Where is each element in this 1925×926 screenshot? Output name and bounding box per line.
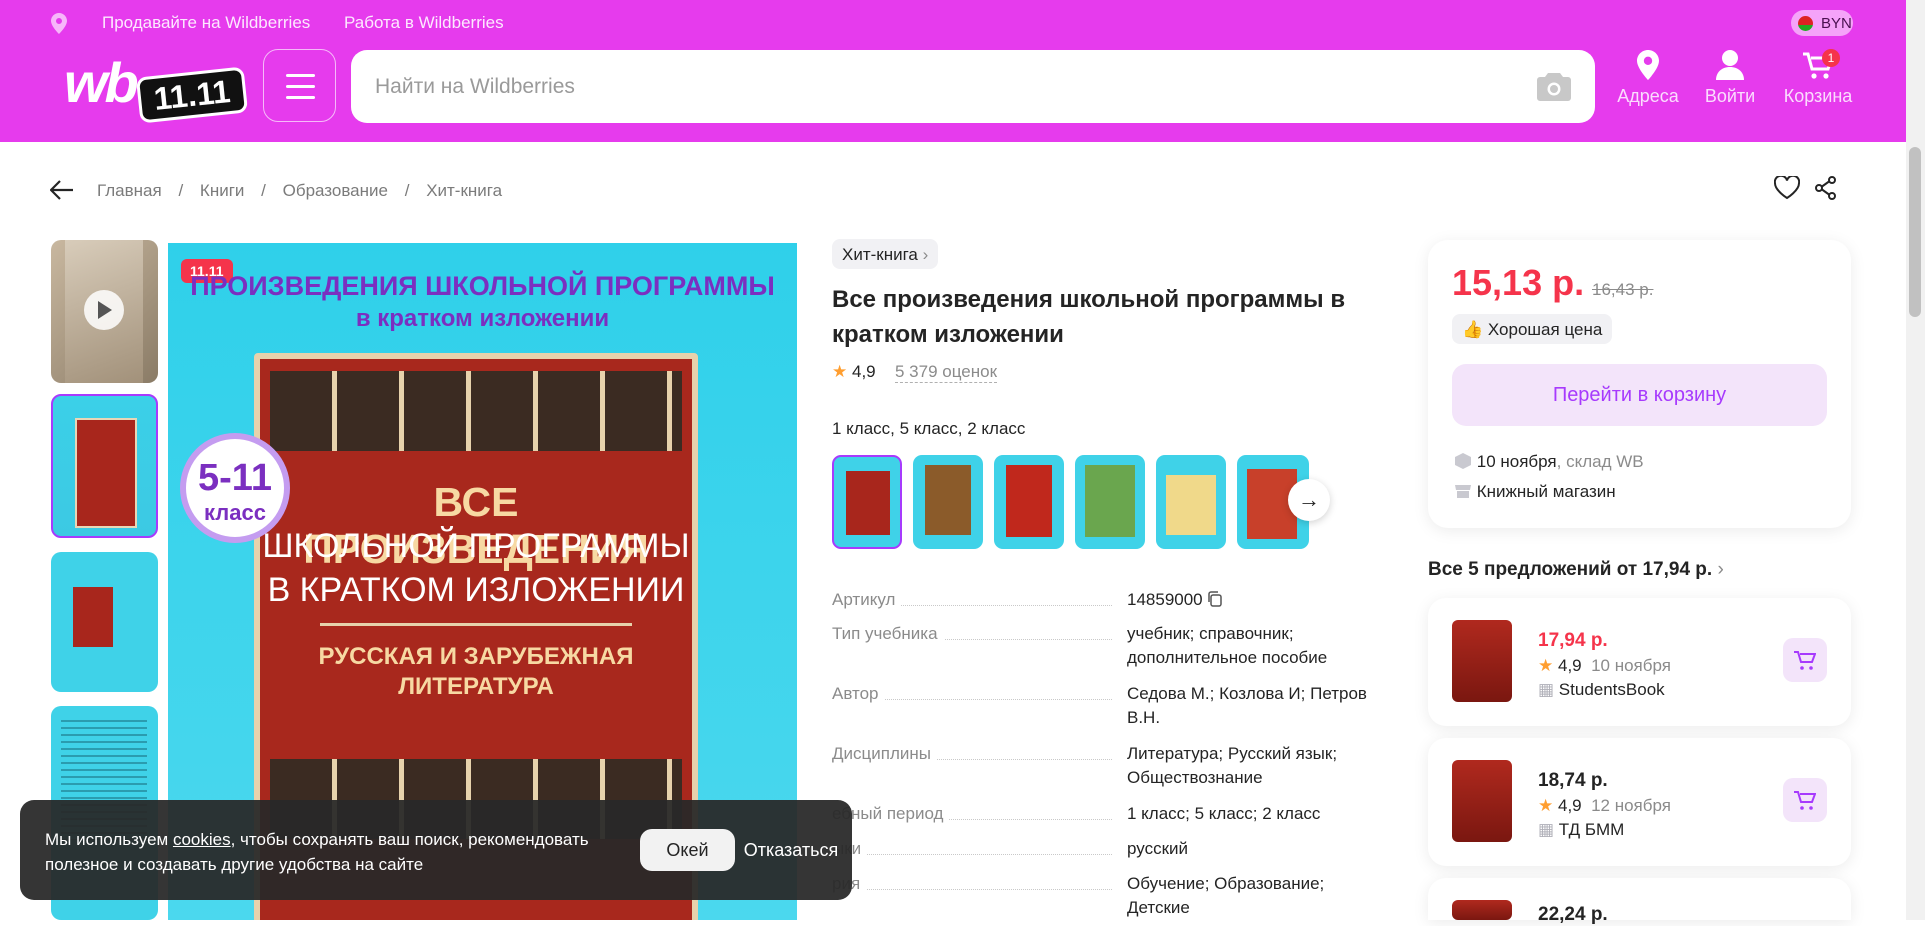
addresses-button[interactable]: Адреса [1613,50,1683,120]
price-card: 15,13 р. 16,43 р. 👍 Хорошая цена Перейти… [1428,240,1851,528]
variants-next-button[interactable]: → [1288,479,1330,521]
variant-thumb[interactable] [994,455,1064,549]
all-offers-link[interactable]: Все 5 предложений от 17,94 р. › [1428,559,1724,581]
product-rating: ★ 4,9 [832,362,876,381]
breadcrumb-brand[interactable]: Хит-книга [426,181,502,200]
belarus-flag-icon [1798,16,1813,31]
scrollbar-thumb[interactable] [1909,147,1921,317]
sell-link[interactable]: Продавайте на Wildberries [102,13,310,33]
search-bar [351,50,1595,123]
cookie-banner: Мы используем cookies, чтобы сохранять в… [20,800,852,900]
currency-selector[interactable]: BYN [1791,10,1853,36]
breadcrumb-separator: / [404,181,410,200]
gallery-thumb-size[interactable] [51,552,158,692]
add-to-cart-icon[interactable] [1783,638,1827,682]
cookie-text: Мы используем cookies, чтобы сохранять в… [45,830,589,874]
play-icon [84,290,124,330]
favorite-heart-icon[interactable] [1774,176,1800,200]
good-price-badge: 👍 Хорошая цена [1452,314,1613,344]
location-icon [1637,50,1659,80]
breadcrumb-separator: / [178,181,184,200]
cookie-decline-button[interactable]: Отказаться [736,829,846,871]
logo-text: wb [64,51,139,114]
menu-button[interactable] [263,49,336,122]
cart-button[interactable]: Корзина 1 [1782,49,1854,120]
logo-badge: 11.11 [135,66,249,124]
work-link[interactable]: Работа в Wildberries [344,13,504,33]
grades-label: 1 класс, 5 класс, 2 класс [832,419,1026,438]
add-to-cart-icon[interactable] [1783,778,1827,822]
current-price: 15,13 р. [1452,262,1585,303]
offer-card[interactable]: 22,24 р. [1428,878,1851,925]
seller-info[interactable]: Книжный магазин [1454,482,1616,502]
offer-card[interactable]: 17,94 р. ★ 4,9 10 ноября ▦ StudentsBook [1428,598,1851,726]
brand-chip[interactable]: Хит-книга › [832,239,939,269]
cart-label: Корзина [1783,86,1853,106]
scrollbar-track[interactable] [1906,0,1925,920]
breadcrumb-separator: / [261,181,266,200]
breadcrumb-books[interactable]: Книги [200,181,244,200]
go-to-cart-button[interactable]: Перейти в корзину [1452,364,1827,426]
thumbs-up-icon: 👍 [1462,320,1484,339]
product-title: Все произведения школьной программы в кр… [832,286,1346,348]
gallery-thumb-video[interactable] [51,240,158,383]
wb-logo[interactable]: wb 11.11 [64,50,249,126]
back-arrow-icon[interactable] [50,180,74,200]
login-label: Войти [1704,86,1756,106]
variant-thumb[interactable] [913,455,983,549]
user-icon [1716,50,1744,80]
search-input[interactable] [375,50,1515,123]
breadcrumb-education[interactable]: Образование [283,181,388,200]
cookie-accept-button[interactable]: Окей [640,829,735,871]
copy-icon[interactable] [1207,591,1223,607]
site-header: Продавайте на Wildberries Работа в Wildb… [0,0,1925,142]
login-button[interactable]: Войти [1700,50,1760,120]
banner-subtitle: в кратком изложении [355,305,610,332]
breadcrumb: Главная / Книги / Образование / Хит-книг… [97,181,514,201]
box-icon [1455,453,1471,469]
variant-thumb[interactable] [1075,455,1145,549]
grade-circle: 5-11 класс [180,433,290,543]
variant-thumb[interactable] [832,455,902,549]
banner-title: ПРОИЗВЕДЕНИЯ ШКОЛЬНОЙ ПРОГРАММЫ [190,271,775,301]
offer-card[interactable]: 18,74 р. ★ 4,9 12 ноября ▦ ТД БММ [1428,738,1851,866]
gallery-thumb-cover[interactable] [51,394,158,538]
breadcrumb-home[interactable]: Главная [97,181,162,200]
shop-icon [1455,485,1471,498]
offer-image [1452,620,1512,702]
delivery-info: 10 ноября, склад WB [1454,452,1644,472]
variant-thumb[interactable] [1156,455,1226,549]
shop-icon: ▦ [1538,680,1555,699]
cart-count-badge: 1 [1822,49,1840,67]
old-price: 16,43 р. [1592,280,1654,299]
camera-search-icon[interactable] [1537,73,1571,101]
star-icon: ★ [832,362,848,381]
share-icon[interactable] [1814,176,1838,200]
offer-image [1452,760,1512,842]
shop-icon: ▦ [1538,820,1555,839]
reviews-link[interactable]: 5 379 оценок [895,362,997,383]
offer-image [1452,900,1512,920]
location-pin-icon[interactable] [51,13,67,34]
currency-label: BYN [1821,15,1852,32]
addresses-label: Адреса [1617,86,1679,106]
cookies-link[interactable]: cookies [173,830,231,849]
